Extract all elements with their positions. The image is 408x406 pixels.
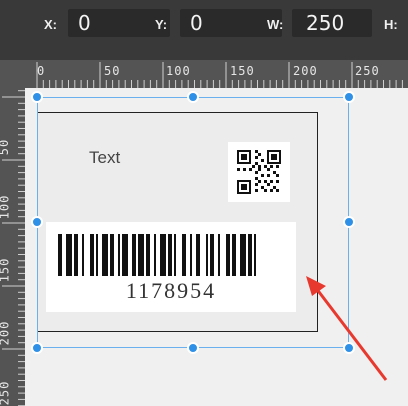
annotation-arrow-icon bbox=[306, 276, 388, 381]
